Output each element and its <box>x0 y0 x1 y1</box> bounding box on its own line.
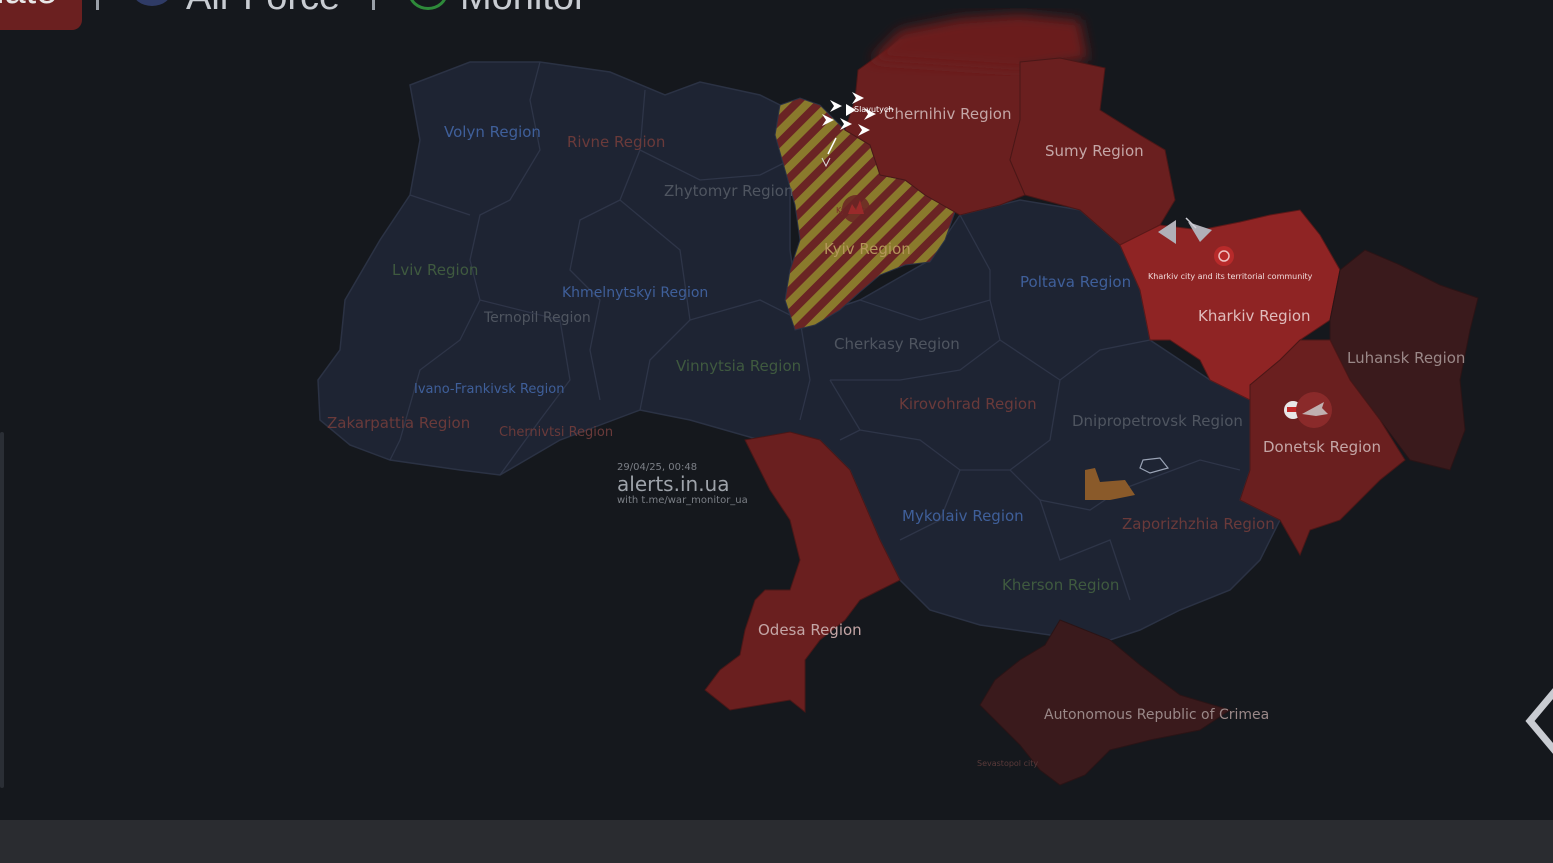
region-label: Dnipropetrovsk Region <box>1072 412 1243 430</box>
region-label: Luhansk Region <box>1347 349 1465 367</box>
bottom-bar <box>0 820 1553 863</box>
region-label: Khmelnytskyi Region <box>562 285 708 301</box>
sevastopol-label: Sevastopol city <box>977 759 1038 768</box>
region-label: Chernivtsi Region <box>499 425 613 440</box>
region-label: Volyn Region <box>444 123 541 141</box>
region-label: Ternopil Region <box>483 310 591 326</box>
ukraine-alert-map: Volyn Region Rivne Region Zhytomyr Regio… <box>317 14 1479 786</box>
site-name: alerts.in.ua <box>617 472 730 496</box>
region-label: Zakarpattia Region <box>327 414 470 432</box>
region-label: Sumy Region <box>1045 142 1144 160</box>
aircraft-icon[interactable] <box>1296 392 1332 428</box>
map-watermark: 29/04/25, 00:48 alerts.in.ua with t.me/w… <box>617 462 748 506</box>
region-label: Lviv Region <box>392 261 478 279</box>
region-label: Kherson Region <box>1002 576 1119 594</box>
artillery-icon[interactable] <box>1214 246 1234 266</box>
region-label: Kyiv Region <box>824 240 911 258</box>
region-label: Zhytomyr Region <box>664 182 794 200</box>
region-label: Poltava Region <box>1020 273 1131 291</box>
region-label: Mykolaiv Region <box>902 507 1024 525</box>
region-label: Kirovohrad Region <box>899 395 1037 413</box>
kharkiv-city-label: Kharkiv city and its territorial communi… <box>1148 272 1313 281</box>
region-label: Cherkasy Region <box>834 335 960 353</box>
region-label: Vinnytsia Region <box>676 357 801 375</box>
chevron-left-icon[interactable] <box>1522 686 1553 756</box>
region-label: Autonomous Republic of Crimea <box>1044 707 1269 723</box>
region-label: Donetsk Region <box>1263 438 1381 456</box>
region-label: Zaporizhzhia Region <box>1122 515 1275 533</box>
map-credit: with t.me/war_monitor_ua <box>617 495 748 506</box>
region-label: Odesa Region <box>758 621 862 639</box>
region-label: Chernihiv Region <box>884 105 1011 123</box>
slavutych-label: Slavutych <box>854 105 893 114</box>
region-label: Kharkiv Region <box>1198 307 1311 325</box>
kyiv-city-icon[interactable] <box>842 195 870 223</box>
region-label: Rivne Region <box>567 133 665 151</box>
region-label: Ivano-Frankivsk Region <box>414 382 564 397</box>
